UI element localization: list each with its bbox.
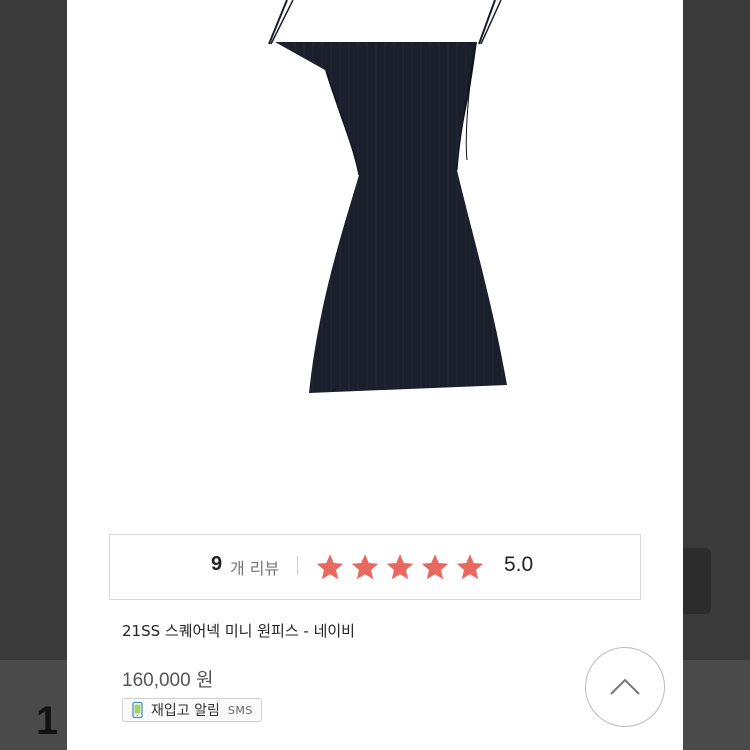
review-count-label: 개 리뷰 [230,559,280,578]
restock-label: 재입고 알림 [151,703,220,719]
backdrop-side-tab [683,548,711,614]
product-name: 21SS 스퀘어넥 미니 원피스 - 네이비 [122,622,355,640]
divider [297,556,298,574]
rating-value: 5.0 [504,553,534,576]
star-icon [456,554,484,580]
star-icon [351,554,379,580]
star-icon [316,554,344,580]
star-rating [314,552,486,582]
star-icon [421,554,449,580]
review-summary-box[interactable]: 9 개 리뷰 5.0 [109,534,641,600]
star-icon [386,554,414,580]
backdrop-partial-price: 1 [36,699,59,743]
sms-label: SMS [227,703,253,717]
chevron-up-icon [610,678,640,695]
restock-alert-button[interactable]: 재입고 알림 SMS [122,698,262,722]
product-image [268,0,507,393]
phone-icon [132,701,143,719]
product-panel: 9 개 리뷰 5.0 21SS 스퀘어넥 미니 원피스 - 네이비 160,00… [67,0,683,750]
review-count: 9 [211,553,223,575]
product-price: 160,000 원 [122,670,214,691]
scroll-top-button[interactable] [585,647,665,727]
backdrop-right [683,660,750,750]
